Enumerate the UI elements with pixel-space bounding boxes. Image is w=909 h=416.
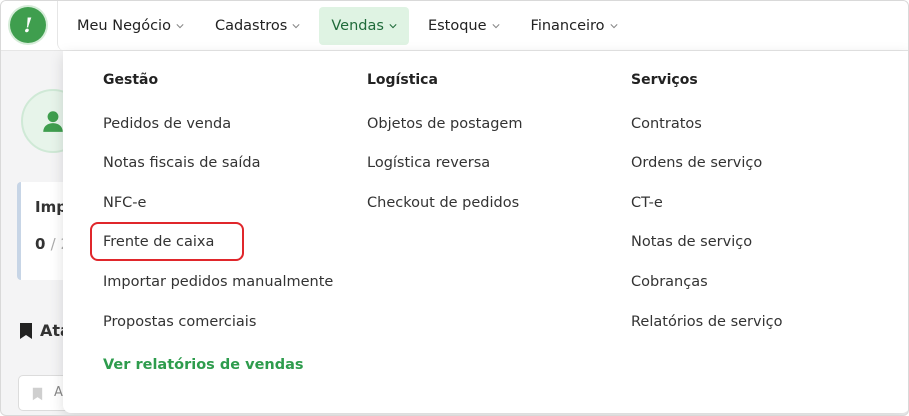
chevron-down-icon: [389, 24, 397, 29]
nav-cadastros[interactable]: Cadastros: [203, 7, 312, 45]
menu-item-objetos-de-postagem[interactable]: Objetos de postagem: [367, 116, 522, 132]
menu-item-ct-e[interactable]: CT-e: [631, 195, 663, 211]
app-logo[interactable]: !: [10, 7, 46, 43]
bookmark-icon: [20, 323, 32, 339]
menu-item-notas-fiscais-de-saida[interactable]: Notas fiscais de saída: [103, 155, 260, 171]
heading-servicos: Serviços: [631, 72, 698, 88]
nav-label: Vendas: [331, 18, 384, 34]
menu-item-ordens-de-servico[interactable]: Ordens de serviço: [631, 155, 762, 171]
menu-item-contratos[interactable]: Contratos: [631, 116, 702, 132]
count-value: 0: [35, 235, 46, 253]
nav-vendas[interactable]: Vendas: [319, 7, 409, 45]
shortcut-input-text: A: [54, 385, 63, 400]
menu-item-logistica-reversa[interactable]: Logística reversa: [367, 155, 490, 171]
app-window: Imp 0 / 2 Ata A ! Meu Negócio Cadastros …: [0, 0, 909, 416]
vendas-dropdown-menu: Gestão Pedidos de venda Notas fiscais de…: [63, 51, 908, 413]
menu-item-checkout-de-pedidos[interactable]: Checkout de pedidos: [367, 195, 519, 211]
chevron-down-icon: [176, 24, 184, 29]
bookmark-outline-icon: [32, 387, 43, 401]
top-navbar: ! Meu Negócio Cadastros Vendas Estoque F…: [1, 1, 908, 51]
heading-logistica: Logística: [367, 72, 438, 88]
logo-glyph: !: [23, 13, 33, 37]
highlight-frente-de-caixa: [90, 222, 244, 261]
chevron-down-icon: [609, 24, 618, 29]
heading-gestao: Gestão: [103, 72, 159, 88]
nav-label: Financeiro: [530, 18, 605, 34]
nav-label: Cadastros: [214, 18, 288, 34]
nav-estoque[interactable]: Estoque: [416, 7, 512, 45]
link-ver-relatorios-de-vendas[interactable]: Ver relatórios de vendas: [103, 357, 304, 373]
menu-item-notas-de-servico[interactable]: Notas de serviço: [631, 234, 752, 250]
menu-item-relatorios-de-servico[interactable]: Relatórios de serviço: [631, 314, 782, 330]
menu-item-importar-pedidos[interactable]: Importar pedidos manualmente: [103, 274, 333, 290]
nav-meu-negocio[interactable]: Meu Negócio: [65, 7, 196, 45]
main-menu: Meu Negócio Cadastros Vendas Estoque Fin…: [57, 1, 908, 51]
menu-item-propostas-comerciais[interactable]: Propostas comerciais: [103, 314, 256, 330]
menu-item-nfc-e[interactable]: NFC-e: [103, 195, 146, 211]
menu-item-pedidos-de-venda[interactable]: Pedidos de venda: [103, 116, 231, 132]
menu-item-cobrancas[interactable]: Cobranças: [631, 274, 708, 290]
chevron-down-icon: [292, 24, 300, 29]
nav-label: Meu Negócio: [77, 18, 171, 34]
nav-label: Estoque: [427, 18, 487, 34]
nav-financeiro[interactable]: Financeiro: [519, 7, 630, 45]
chevron-down-icon: [491, 24, 500, 29]
